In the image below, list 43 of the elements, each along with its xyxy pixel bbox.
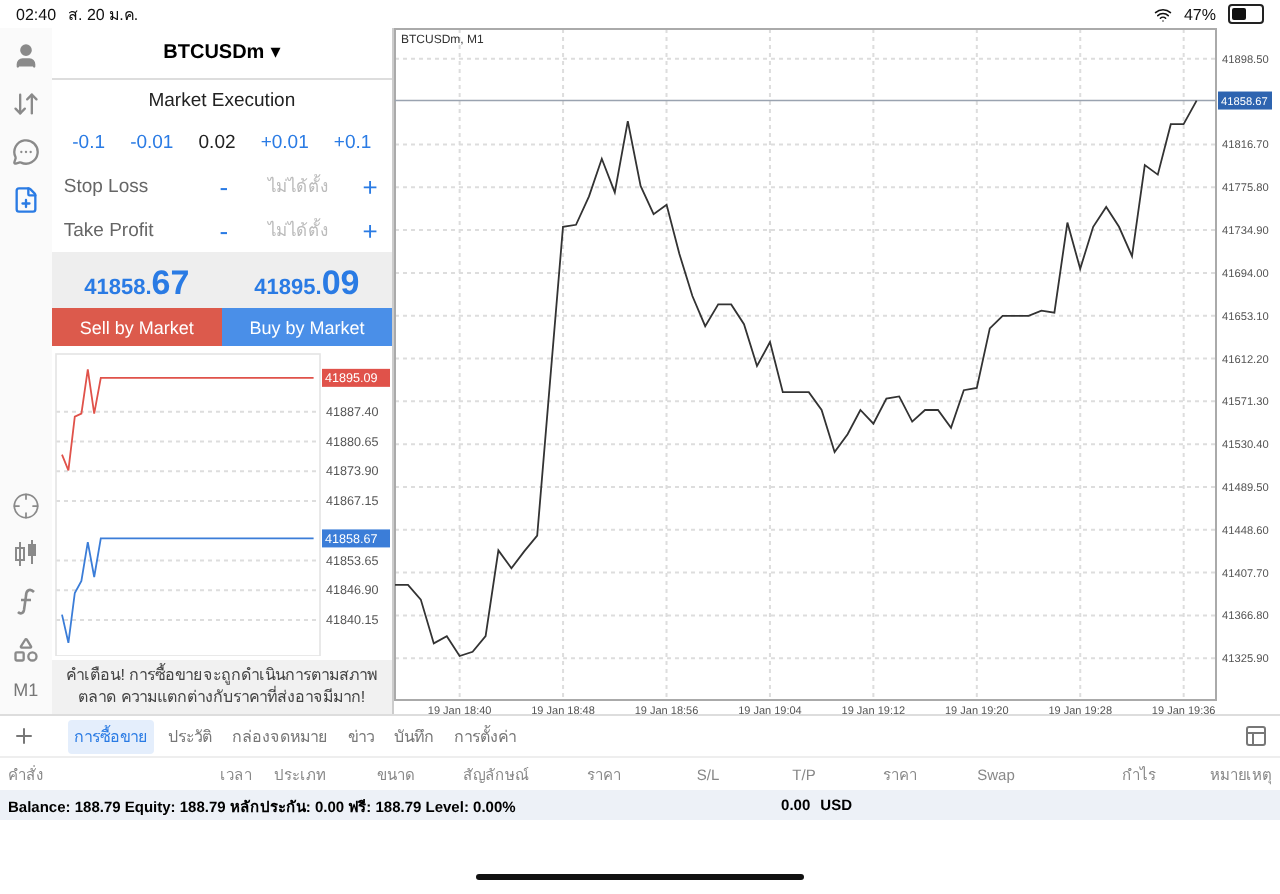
tab[interactable]: ข่าว — [342, 719, 380, 753]
timeframe-button[interactable]: M1 — [13, 680, 39, 700]
bid-price: 41858.67 — [82, 264, 192, 304]
level-value: ไม่ได้ตั้ง — [265, 216, 330, 244]
crosshair-icon — [11, 492, 40, 520]
user-icon — [11, 42, 40, 70]
buy-button[interactable]: Buy by Market — [221, 308, 392, 346]
new-order-icon — [11, 186, 40, 214]
arrows-icon — [11, 90, 40, 118]
add-icon[interactable] — [12, 724, 36, 748]
tab[interactable]: การซื้อขาย — [68, 719, 154, 753]
tab[interactable]: บันทึก — [388, 719, 440, 753]
candlestick-icon — [13, 540, 38, 568]
increase-button[interactable]: + — [348, 171, 392, 201]
status-time: 02:40 — [16, 5, 57, 23]
decrease-button[interactable]: - — [199, 171, 248, 201]
tab[interactable]: การตั้งค่า — [448, 719, 522, 753]
decrease-button[interactable]: - — [199, 215, 248, 245]
level-label: Take Profit — [63, 219, 156, 241]
volume-step[interactable]: +0.01 — [258, 131, 311, 153]
chart-tool[interactable] — [7, 488, 44, 524]
tab[interactable]: ประวัติ — [162, 719, 218, 753]
battery-icon — [1228, 4, 1264, 24]
sell-button[interactable]: Sell by Market — [51, 308, 222, 346]
layout-icon[interactable] — [1244, 724, 1268, 748]
level-value: ไม่ได้ตั้ง — [265, 172, 330, 200]
warning-text: คำเตือน! การซื้อขายจะถูกดำเนินการตามสภาพตลาด ความแตกต่างกับราคาที่ส่งอาจมีมาก! — [51, 660, 392, 714]
volume-step[interactable]: +0.1 — [331, 131, 374, 153]
level-label: Stop Loss — [63, 175, 151, 197]
volume-step[interactable]: -0.01 — [128, 131, 176, 153]
wifi-icon — [1153, 5, 1172, 23]
shapes-icon — [11, 636, 40, 664]
battery-percent: 47% — [1183, 5, 1216, 23]
increase-button[interactable]: + — [348, 215, 392, 245]
sidebar-tool[interactable] — [7, 134, 44, 170]
ask-price: 41895.09 — [252, 264, 362, 304]
status-date: ส. 20 ม.ค. — [68, 3, 139, 27]
volume-value[interactable]: 0.02 — [196, 131, 238, 153]
execution-type: Market Execution — [148, 89, 296, 111]
volume-step[interactable]: -0.1 — [70, 131, 108, 153]
chat-icon — [11, 138, 40, 166]
function-icon — [15, 588, 36, 616]
tab[interactable]: กล่องจดหมาย — [226, 719, 334, 753]
